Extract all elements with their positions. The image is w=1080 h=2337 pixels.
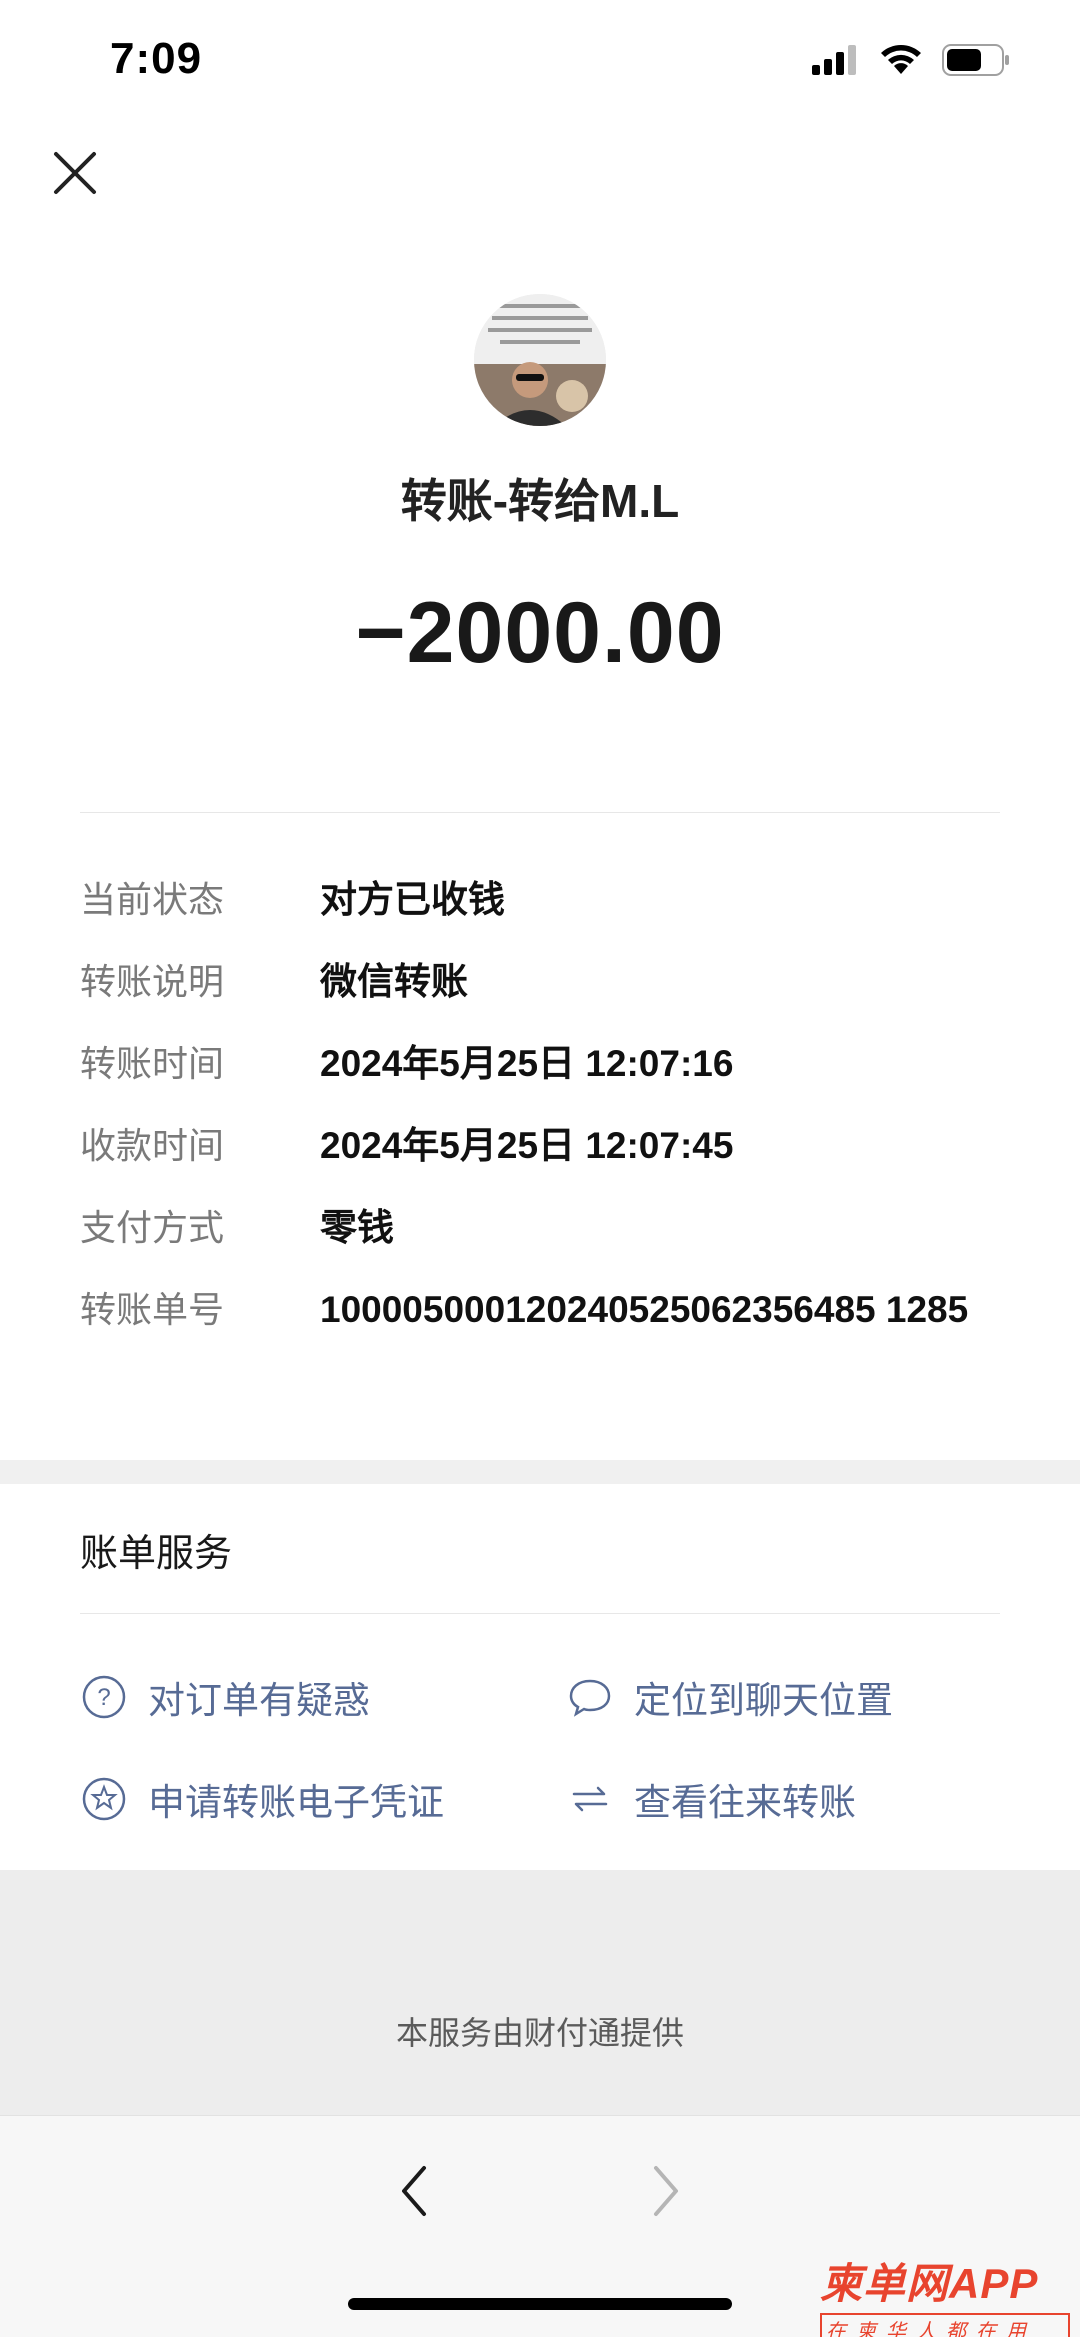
home-indicator[interactable] (348, 2298, 732, 2310)
detail-label: 转账时间 (80, 1043, 225, 1084)
detail-row-transfer-time: 转账时间 2024年5月25日 12:07:16 (80, 1043, 1000, 1090)
service-label: 申请转账电子凭证 (148, 1782, 444, 1823)
watermark-sub: 在柬华人都在用 (820, 2313, 1070, 2337)
view-transfers-link[interactable]: 查看往来转账 (566, 1772, 856, 1826)
service-label: 定位到聊天位置 (634, 1680, 893, 1721)
order-question-link[interactable]: ? 对订单有疑惑 (80, 1670, 370, 1724)
detail-value[interactable]: 100005000120240525062356485 1285 (320, 1284, 1000, 1336)
detail-row-receive-time: 收款时间 2024年5月25日 12:07:45 (80, 1125, 1000, 1172)
detail-value: 2024年5月25日 12:07:45 (320, 1125, 734, 1166)
service-label: 对订单有疑惑 (148, 1680, 370, 1721)
detail-label: 转账说明 (80, 961, 225, 1002)
detail-row-transfer-id: 转账单号 100005000120240525062356485 1285 (80, 1289, 1000, 1336)
transfer-detail-page: 7:09 转账-转给M.L −2000.00 当前状态 对方已收钱 转账说明 微… (0, 0, 1080, 2337)
service-label: 查看往来转账 (634, 1782, 856, 1823)
detail-label: 当前状态 (80, 879, 225, 920)
detail-value: 对方已收钱 (320, 879, 505, 920)
watermark-logo: 柬单网APP 在柬华人都在用 (820, 2250, 1080, 2337)
battery-icon (942, 44, 1009, 76)
divider (80, 1613, 1000, 1614)
svg-text:?: ? (97, 1684, 110, 1711)
transfer-details: 当前状态 对方已收钱 转账说明 微信转账 转账时间 2024年5月25日 12:… (80, 879, 1000, 1372)
close-icon[interactable] (52, 150, 98, 196)
status-bar: 7:09 (0, 0, 1080, 125)
detail-value: 2024年5月25日 12:07:16 (320, 1043, 734, 1084)
footer-provider-text: 本服务由财付通提供 (395, 2015, 684, 2051)
user-avatar-icon (474, 294, 606, 426)
signal-icon (812, 45, 856, 75)
section-separator (0, 1460, 1080, 1484)
wifi-icon (881, 45, 921, 74)
transfer-arrows-icon (566, 1775, 614, 1823)
bill-services-title: 账单服务 (80, 1533, 233, 1575)
detail-row-status: 当前状态 对方已收钱 (80, 879, 1000, 926)
detail-row-note: 转账说明 微信转账 (80, 961, 1000, 1008)
recipient-avatar (474, 294, 606, 426)
detail-value: 零钱 (320, 1207, 394, 1248)
chat-bubble-icon (566, 1673, 614, 1721)
transfer-amount: −2000.00 (355, 585, 725, 681)
detail-label: 支付方式 (80, 1207, 225, 1248)
status-time: 7:09 (110, 34, 203, 83)
detail-row-payment-method: 支付方式 零钱 (80, 1207, 1000, 1254)
locate-chat-link[interactable]: 定位到聊天位置 (566, 1670, 893, 1724)
footer: 本服务由财付通提供 (0, 1870, 1080, 2115)
detail-value: 微信转账 (320, 961, 468, 1002)
divider (80, 812, 1000, 813)
chevron-left-icon[interactable] (390, 2156, 440, 2226)
apply-voucher-link[interactable]: 申请转账电子凭证 (80, 1772, 444, 1826)
detail-label: 转账单号 (80, 1289, 225, 1330)
watermark-main: 柬单网APP (820, 2260, 1039, 2307)
detail-label: 收款时间 (80, 1125, 225, 1166)
transfer-title: 转账-转给M.L (400, 475, 680, 527)
status-icons (812, 44, 1010, 76)
chevron-right-icon[interactable] (640, 2156, 690, 2226)
star-badge-icon (80, 1775, 128, 1823)
question-icon: ? (80, 1673, 128, 1721)
